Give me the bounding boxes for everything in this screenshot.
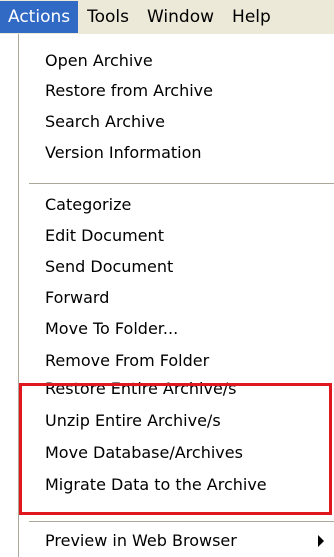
menu-separator	[29, 521, 334, 523]
menu-item-categorize[interactable]: Categorize	[45, 190, 131, 220]
menu-separator	[29, 183, 334, 185]
app-frame: Actions Tools Window Help Open Archive R…	[0, 0, 334, 557]
submenu-arrow-icon	[318, 535, 324, 547]
menu-item-migrate-data-to-archive[interactable]: Migrate Data to the Archive	[45, 470, 267, 500]
menu-bar: Actions Tools Window Help	[0, 0, 334, 34]
menu-item-search-archive[interactable]: Search Archive	[45, 107, 165, 137]
menu-window[interactable]: Window	[138, 1, 223, 33]
menu-item-restore-from-archive[interactable]: Restore from Archive	[45, 76, 213, 106]
menu-item-restore-entire-archives[interactable]: Restore Entire Archive/s	[45, 374, 237, 404]
menu-item-edit-document[interactable]: Edit Document	[45, 221, 164, 251]
menu-item-forward[interactable]: Forward	[45, 283, 109, 313]
menu-item-send-document[interactable]: Send Document	[45, 252, 173, 282]
menu-tools[interactable]: Tools	[78, 1, 138, 33]
menu-item-version-information[interactable]: Version Information	[45, 138, 202, 168]
menu-item-open-archive[interactable]: Open Archive	[45, 46, 153, 76]
menu-help[interactable]: Help	[223, 1, 280, 33]
menu-item-move-database-archives[interactable]: Move Database/Archives	[45, 438, 243, 468]
menu-item-move-to-folder[interactable]: Move To Folder...	[45, 314, 178, 344]
menu-item-unzip-entire-archives[interactable]: Unzip Entire Archive/s	[45, 406, 221, 436]
actions-dropdown-menu: Open Archive Restore from Archive Search…	[18, 34, 334, 557]
menu-actions[interactable]: Actions	[0, 1, 79, 33]
menu-item-remove-from-folder[interactable]: Remove From Folder	[45, 346, 209, 376]
menu-item-preview-in-web-browser[interactable]: Preview in Web Browser	[45, 526, 237, 556]
